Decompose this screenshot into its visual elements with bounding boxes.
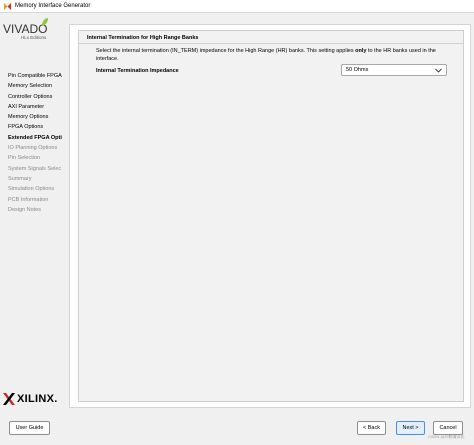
leaf-icon <box>42 18 48 26</box>
impedance-label: Internal Termination Impedance <box>96 68 179 74</box>
impedance-select-value: 50 Ohms <box>346 67 369 73</box>
section-description: Select the internal termination (IN_TERM… <box>96 47 446 63</box>
nav-item[interactable]: Pin Selection <box>8 153 64 163</box>
desc-emphasis: only <box>355 48 367 54</box>
logo-edition: HLx Editions <box>21 35 47 40</box>
nav-item[interactable]: Simulation Options <box>8 184 64 194</box>
nav-item[interactable]: Extended FPGA Opti <box>8 133 64 143</box>
nav-item[interactable]: Controller Options <box>8 92 64 102</box>
nav-item[interactable]: IO Planning Options <box>8 143 64 153</box>
window-title: Memory Interface Generator <box>15 3 91 9</box>
step-navigation: Pin Compatible FPGA Memory Selection Contr… <box>8 71 64 215</box>
sidebar: VIVADO HLx Editions Pin Compatible FPGA M… <box>0 13 64 414</box>
footer-bar: User Guide < Back Next > Cancel CSDN @川鹤… <box>0 414 474 445</box>
nav-item[interactable]: System Signals Selec <box>8 164 64 174</box>
desc-text-1: Select the internal termination (IN_TERM… <box>96 48 356 54</box>
nav-item[interactable]: Design Notes <box>8 205 64 215</box>
section-divider <box>79 43 463 44</box>
nav-item[interactable]: AXI Parameter <box>8 102 64 112</box>
impedance-select[interactable]: 50 Ohms <box>341 64 447 76</box>
back-button[interactable]: < Back <box>357 421 386 435</box>
nav-item[interactable]: Memory Selection <box>8 81 64 91</box>
nav-item[interactable]: FPGA Options <box>8 122 64 132</box>
xilinx-wordmark: XILINX. <box>17 393 58 405</box>
cancel-button[interactable]: Cancel <box>433 421 463 435</box>
nav-item[interactable]: Pin Compatible FPGA <box>8 71 64 81</box>
next-button[interactable]: Next > <box>396 421 425 435</box>
options-panel: Internal Termination for High Range Bank… <box>78 30 464 402</box>
xilinx-logo: XILINX. <box>3 393 58 405</box>
title-bar: Memory Interface Generator <box>0 0 474 13</box>
watermark-text: CSDN @川鹤海洋氏 <box>428 434 465 439</box>
user-guide-button[interactable]: User Guide <box>9 421 50 435</box>
nav-item[interactable]: Memory Options <box>8 112 64 122</box>
vivado-logo: VIVADO HLx Editions <box>3 18 48 41</box>
xilinx-x-icon <box>3 393 15 405</box>
nav-item[interactable]: Summary <box>8 174 64 184</box>
app-icon <box>3 2 12 10</box>
section-title: Internal Termination for High Range Bank… <box>87 35 199 41</box>
nav-item[interactable]: PCB Information <box>8 195 64 205</box>
chevron-down-icon <box>435 68 442 73</box>
